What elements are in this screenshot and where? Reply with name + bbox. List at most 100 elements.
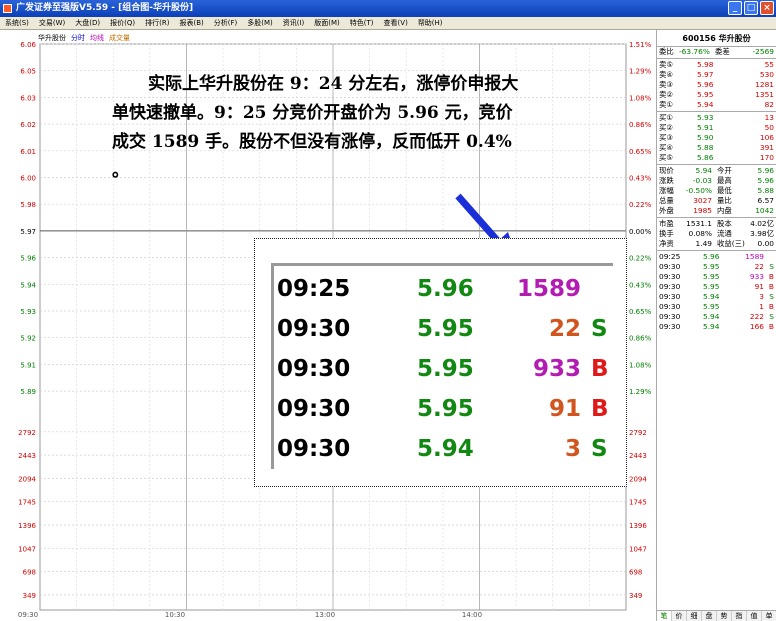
weibi-label: 委比: [659, 47, 674, 56]
sell-price: 5.94: [697, 100, 714, 109]
panel-separator: [657, 164, 776, 165]
sell-price: 5.97: [697, 70, 714, 79]
stat-row: 现价 5.94 今开 5.96: [657, 166, 776, 176]
tick-price: 5.94: [703, 312, 720, 321]
tick-row: 09:30 5.94 166 B: [657, 322, 776, 332]
inset-trade-flag: S: [591, 316, 608, 342]
tick-row: 09:30 5.95 933 B: [657, 272, 776, 282]
stat-label-2: 最低: [717, 186, 732, 195]
panel-tab-5[interactable]: 指: [732, 611, 747, 621]
fund-value: 1.49: [695, 239, 712, 248]
tick-row: 09:30 5.95 91 B: [657, 282, 776, 292]
inset-trade-volume: 933: [532, 356, 581, 382]
tick-time: 09:30: [659, 272, 681, 281]
buy-level-label: 买④: [659, 143, 674, 152]
tick-volume: 1: [759, 302, 764, 311]
tick-flag: B: [768, 322, 774, 331]
inset-top-rule: [271, 263, 613, 266]
tick-time: 09:30: [659, 282, 681, 291]
panel-tab-3[interactable]: 盘: [702, 611, 717, 621]
tick-volume: 222: [749, 312, 764, 321]
fundamental-row: 换手 0.08% 流通 3.98亿: [657, 229, 776, 239]
panel-tab-1[interactable]: 价: [672, 611, 687, 621]
stat-value-2: 5.88: [757, 186, 774, 195]
stat-label-2: 内盘: [717, 206, 732, 215]
stat-label: 外盘: [659, 206, 674, 215]
buy-level-row: 买④ 5.88 391: [657, 143, 776, 153]
buy-volume: 106: [759, 133, 774, 142]
panel-tabs: 笔价细盘势指值单: [657, 610, 776, 621]
buy-volume: 13: [764, 113, 774, 122]
buy-price: 5.90: [697, 133, 714, 142]
tick-price: 5.95: [703, 302, 720, 311]
inset-trade-time: 09:30: [277, 396, 351, 422]
tick-volume: 91: [754, 282, 764, 291]
stat-value-2: 5.96: [757, 166, 774, 175]
panel-tab-7[interactable]: 单: [762, 611, 776, 621]
tick-row: 09:25 5.96 1589: [657, 252, 776, 262]
panel-tab-2[interactable]: 细: [687, 611, 702, 621]
tick-price: 5.95: [703, 272, 720, 281]
stat-row: 涨幅 -0.50% 最低 5.88: [657, 186, 776, 196]
tick-flag: S: [769, 292, 774, 301]
sell-level-row: 卖③ 5.96 1281: [657, 80, 776, 90]
sell-level-row: 卖② 5.95 1351: [657, 90, 776, 100]
tick-row: 09:30 5.94 3 S: [657, 292, 776, 302]
sell-volume: 55: [764, 60, 774, 69]
sell-level-row: 卖① 5.94 82: [657, 100, 776, 110]
fund-label-2: 股本: [717, 219, 732, 228]
stat-label: 现价: [659, 166, 674, 175]
sell-price: 5.98: [697, 60, 714, 69]
sell-level-label: 卖①: [659, 100, 674, 109]
tick-flag: B: [768, 302, 774, 311]
tick-time: 09:30: [659, 302, 681, 311]
tick-volume: 22: [754, 262, 764, 271]
panel-separator: [657, 250, 776, 251]
inset-trade-volume: 22: [548, 316, 581, 342]
stat-row: 涨跌 -0.03 最高 5.96: [657, 176, 776, 186]
stat-label-2: 量比: [717, 196, 732, 205]
fund-label: 换手: [659, 229, 674, 238]
stat-value: -0.03: [692, 176, 712, 185]
inset-trade-flag: S: [591, 436, 608, 462]
fund-label-2: 流通: [717, 229, 732, 238]
panel-tab-6[interactable]: 值: [747, 611, 762, 621]
sell-price: 5.95: [697, 90, 714, 99]
inset-trade-volume: 1589: [516, 276, 581, 302]
buy-volume: 391: [759, 143, 774, 152]
sell-volume: 82: [764, 100, 774, 109]
inset-trade-flag: B: [591, 396, 609, 422]
stat-value: 1985: [693, 206, 712, 215]
fund-value-2: 4.02亿: [750, 219, 774, 228]
buy-level-label: 买①: [659, 113, 674, 122]
buy-volume: 50: [764, 123, 774, 132]
tick-row: 09:30 5.94 222 S: [657, 312, 776, 322]
buy-level-row: 买③ 5.90 106: [657, 133, 776, 143]
tick-flag: B: [768, 272, 774, 281]
weibi-row: 委比 -63.76% 委差 -2569: [657, 47, 776, 57]
fund-label: 净资: [659, 239, 674, 248]
tick-flag: S: [769, 312, 774, 321]
fund-value: 1531.1: [686, 219, 712, 228]
panel-tab-0[interactable]: 笔: [657, 611, 672, 621]
buy-level-row: 买② 5.91 50: [657, 123, 776, 133]
inset-left-rule: [271, 263, 274, 469]
quote-panel: 600156 华升股份 委比 -63.76% 委差 -2569 卖⑤ 5.98 55 卖④ 5.…: [656, 30, 776, 621]
sell-volume: 530: [759, 70, 774, 79]
buy-level-label: 买②: [659, 123, 674, 132]
fund-value-2: 0.00: [757, 239, 774, 248]
sell-volume: 1281: [755, 80, 774, 89]
sell-volume: 1351: [755, 90, 774, 99]
sell-level-label: 卖④: [659, 70, 674, 79]
tick-price: 5.96: [703, 252, 720, 261]
sell-price: 5.96: [697, 80, 714, 89]
buy-level-label: 买③: [659, 133, 674, 142]
buy-price: 5.93: [697, 113, 714, 122]
sell-level-label: 卖⑤: [659, 60, 674, 69]
tick-volume: 933: [749, 272, 764, 281]
stat-value: -0.50%: [685, 186, 712, 195]
tick-row: 09:30 5.95 1 B: [657, 302, 776, 312]
panel-tab-4[interactable]: 势: [717, 611, 732, 621]
stat-row: 总量 3027 量比 6.57: [657, 196, 776, 206]
stat-label-2: 最高: [717, 176, 732, 185]
